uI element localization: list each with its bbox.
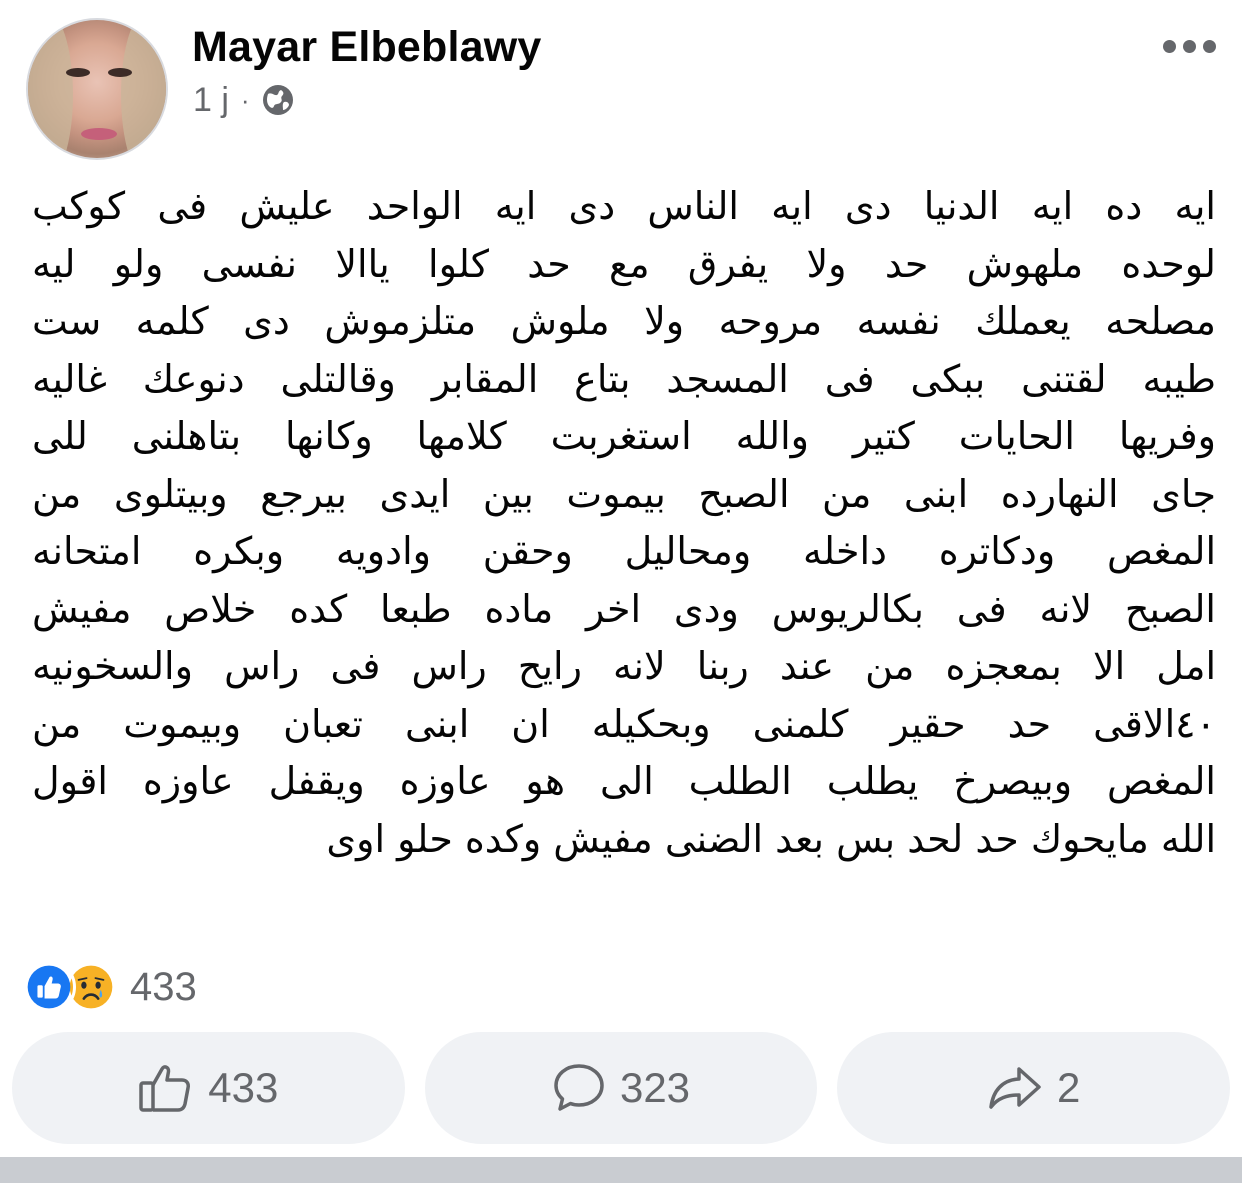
reactions-summary[interactable]: 433 <box>22 960 197 1014</box>
post-time[interactable]: 1 j <box>193 81 229 120</box>
share-icon <box>989 1067 1041 1109</box>
like-count: 433 <box>208 1064 279 1111</box>
post-text-line: المغص ودكاتره داخله ومحاليل وحقن وادويه … <box>32 529 1216 573</box>
author-name[interactable]: Mayar Elbeblawy <box>192 22 542 72</box>
avatar-lips <box>81 128 117 140</box>
post-text-line: وفريها الحايات كتير والله استغربت كلامها… <box>32 414 1216 458</box>
post-text-line: الصبح لانه فى بكالريوس ودى اخر ماده طبعا… <box>32 586 1216 631</box>
meta-separator: · <box>240 84 250 115</box>
post-meta: 1 j · <box>193 80 294 120</box>
share-button[interactable]: 2 <box>837 1032 1231 1144</box>
post-divider <box>0 1157 1242 1183</box>
globe-icon[interactable] <box>262 84 294 116</box>
post-text-line: مصلحه يعملك نفسه مروحه ولا ملوش متلزموش … <box>32 299 1216 343</box>
share-count: 2 <box>1057 1064 1081 1111</box>
post-text-line: المغص وبيصرخ يطلب الطلب الى هو عاوزه ويق… <box>32 759 1216 803</box>
post-text-line: امل الا بمعجزه من عند ربنا لانه رايح راس… <box>32 644 1216 688</box>
post-text-line: الله مايحوك حد لحد بس بعد الضنى مفيش وكد… <box>326 816 1216 861</box>
post-actions: 433 323 2 <box>12 1032 1231 1144</box>
comment-icon <box>554 1064 604 1111</box>
more-dot <box>1203 40 1216 53</box>
reactions-count: 433 <box>130 964 197 1009</box>
post-text-line: طيبه لقتنى ببكى فى المسجد بتاع المقابر و… <box>32 356 1216 401</box>
post-text: ايه ده ايه الدنيا دى ايه الناس دى ايه ال… <box>32 178 1216 868</box>
author-avatar[interactable] <box>26 18 168 160</box>
like-button[interactable]: 433 <box>12 1032 405 1144</box>
more-horizontal-icon[interactable] <box>1163 40 1216 53</box>
avatar-eye-left <box>66 68 90 77</box>
comment-count: 323 <box>619 1064 691 1111</box>
post-text-line: لوحده ملهوش حد ولا يفرق مع حد كلوا ياالا… <box>32 241 1216 286</box>
post-text-line: ايه ده ايه الدنيا دى ايه الناس دى ايه ال… <box>32 184 1216 228</box>
avatar-hair-left <box>28 20 73 158</box>
post-text-line: ٤٠الاقى حد حقير كلمنى وبحكيله ان ابنى تع… <box>32 701 1216 746</box>
post-text-line: جاى النهارده ابنى من الصبح بيموت بين ايد… <box>32 471 1216 516</box>
comment-button[interactable]: 323 <box>424 1032 818 1144</box>
thumbs-up-icon <box>139 1065 191 1112</box>
like-reaction-icon <box>22 960 76 1014</box>
more-dot <box>1163 40 1176 53</box>
avatar-hair-right <box>121 20 166 158</box>
more-dot <box>1183 40 1196 53</box>
avatar-eye-right <box>108 68 132 77</box>
